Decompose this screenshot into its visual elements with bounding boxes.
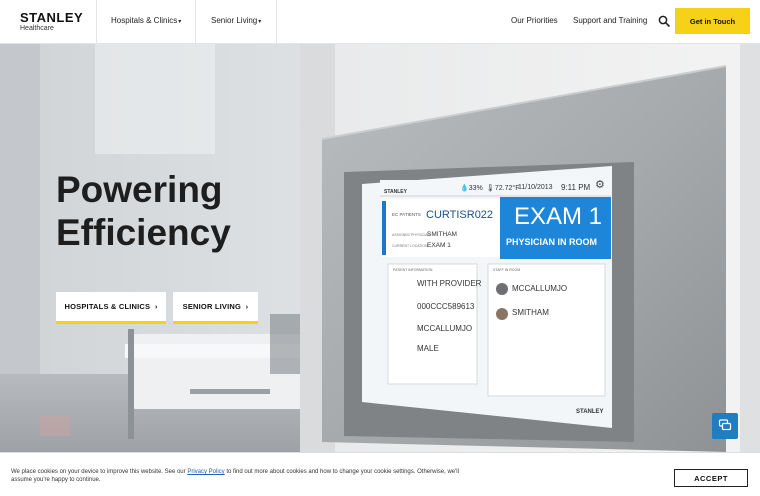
header-divider (96, 0, 97, 44)
cookie-text-before: We place cookies on your device to impro… (11, 469, 188, 475)
hero-section: STANLEY 💧33% 🌡72.72°F 11/10/2013 9:11 PM… (0, 44, 760, 452)
logo-subtitle: Healthcare (20, 25, 54, 32)
screen-bottom-brand: STANLEY (576, 409, 604, 415)
privacy-policy-link[interactable]: Privacy Policy (187, 469, 224, 475)
screen-staff-name: MCCALLUMJO (512, 284, 568, 293)
screen-room-title: EXAM 1 (514, 203, 603, 230)
chevron-right-icon: › (152, 302, 158, 311)
cookie-message: We place cookies on your device to impro… (11, 468, 471, 484)
hospitals-clinics-button-label: HOSPITALS & CLINICS (64, 302, 151, 311)
chevron-right-icon: › (243, 302, 249, 311)
site-header: STANLEY Healthcare Hospitals & Clinics▾ … (0, 0, 760, 44)
stanley-healthcare-logo[interactable]: STANLEY Healthcare (20, 11, 83, 33)
screen-temperature: 🌡72.72°F (486, 184, 519, 192)
nav-hospitals-clinics[interactable]: Hospitals & Clinics▾ (111, 16, 181, 25)
senior-living-button[interactable]: SENIOR LIVING › (173, 292, 258, 324)
screen-physician: SMITHAM (427, 231, 457, 238)
cookie-banner: We place cookies on your device to impro… (0, 452, 760, 496)
senior-living-button-label: SENIOR LIVING (182, 302, 242, 311)
search-icon[interactable] (658, 15, 670, 27)
header-divider (276, 0, 277, 44)
hospitals-clinics-button[interactable]: HOSPITALS & CLINICS › (56, 292, 166, 324)
screen-patient-id: CURTISR022 (426, 209, 494, 221)
screen-patient-info-header: PATIENT INFORMATION (393, 268, 433, 272)
hero-title: Powering Efficiency (56, 168, 231, 254)
screen-staff-name: SMITHAM (512, 308, 549, 317)
screen-room-status: PHYSICIAN IN ROOM (506, 237, 598, 247)
droplet-icon: 💧 (460, 185, 469, 192)
screen-time: 9:11 PM (561, 183, 591, 192)
logo-wordmark: STANLEY (20, 10, 84, 25)
page: STANLEY Healthcare Hospitals & Clinics▾ … (0, 0, 760, 496)
screen-temperature-value: 72.72°F (494, 185, 520, 192)
screen-physician-label: ASSIGNED PHYSICIAN (392, 233, 430, 237)
nav-hospitals-clinics-label: Hospitals & Clinics (111, 16, 178, 25)
header-divider (195, 0, 196, 44)
nav-support-training[interactable]: Support and Training (573, 16, 647, 25)
screen-info-row: MCCALLUMJO (417, 324, 473, 333)
nav-senior-living[interactable]: Senior Living▾ (211, 16, 261, 25)
screen-humidity-value: 33% (468, 185, 483, 192)
screen-info-row: MALE (417, 344, 439, 353)
hero-title-line: Powering (56, 169, 223, 210)
screen-date: 11/10/2013 (518, 184, 553, 191)
nav-senior-living-label: Senior Living (211, 16, 258, 25)
screen-location: EXAM 1 (427, 242, 451, 249)
screen-staff-header: STAFF IN ROOM (493, 268, 521, 272)
screen-location-label: CURRENT LOCATION (392, 244, 428, 248)
hero-title-line: Efficiency (56, 212, 231, 253)
chat-icon (718, 418, 732, 430)
screen-patients-label: EC PATIENTS (392, 212, 421, 217)
gear-icon: ⚙ (595, 179, 605, 191)
screen-brand: STANLEY (384, 189, 407, 195)
screen-info-row: WITH PROVIDER (417, 279, 482, 288)
accept-cookies-button[interactable]: ACCEPT (674, 469, 748, 487)
get-in-touch-button[interactable]: Get in Touch (675, 8, 750, 34)
caret-down-icon: ▾ (178, 19, 182, 25)
caret-down-icon: ▾ (258, 19, 262, 25)
thermometer-icon: 🌡 (486, 185, 495, 192)
nav-our-priorities[interactable]: Our Priorities (511, 16, 558, 25)
screen-humidity: 💧33% (460, 184, 483, 192)
screen-info-row: 000CCC589613 (417, 302, 475, 311)
chat-button[interactable] (712, 413, 738, 439)
